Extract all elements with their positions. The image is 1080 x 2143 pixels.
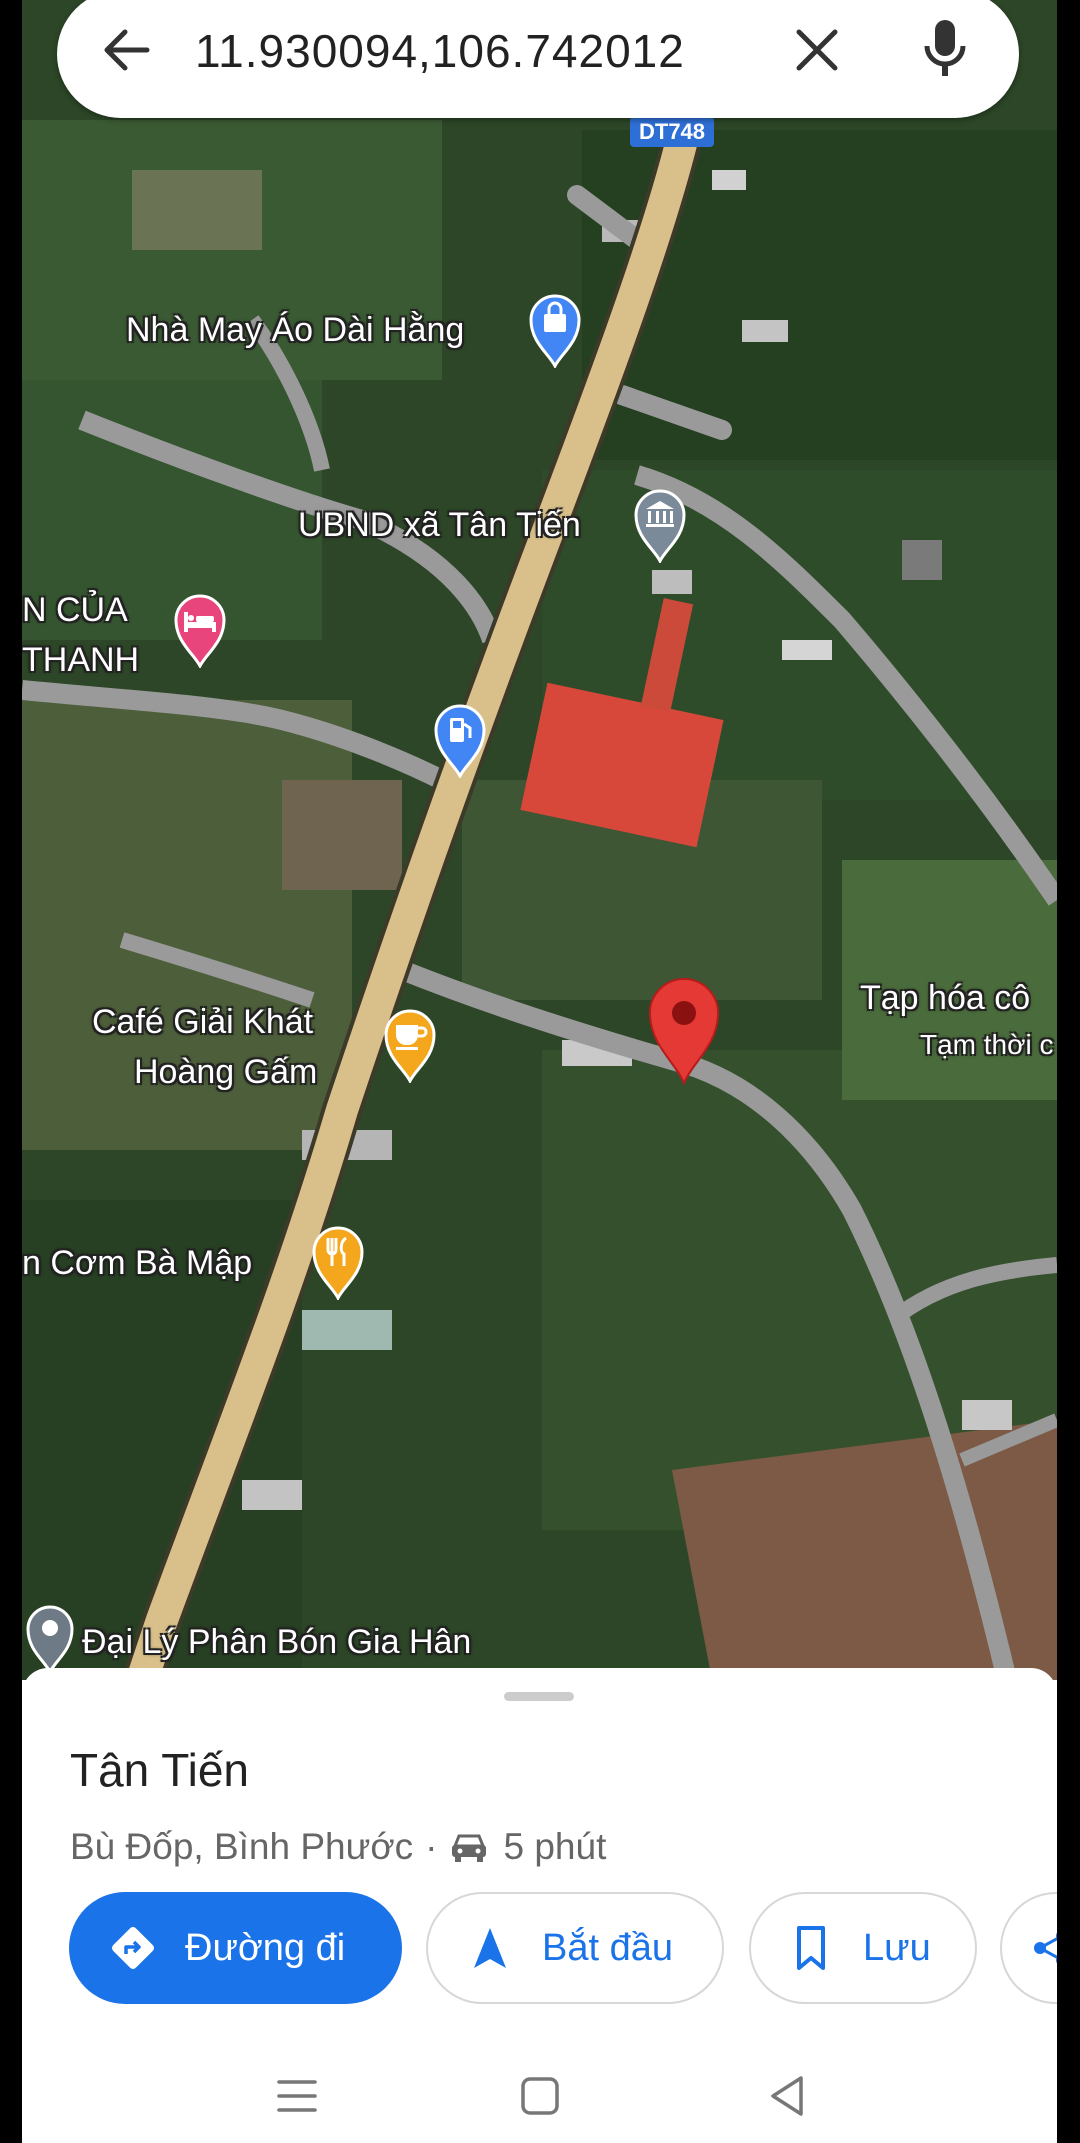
directions-button[interactable]: Đường đi [69, 1892, 402, 2004]
satellite-map[interactable] [22, 0, 1057, 1680]
save-button[interactable]: Lưu [749, 1892, 977, 2004]
poi-label-fertilizer[interactable]: Đại Lý Phân Bón Gia Hân [82, 1622, 471, 1662]
system-navigation-bar [22, 2048, 1057, 2143]
mic-icon[interactable] [915, 14, 975, 84]
bookmark-icon [797, 1926, 825, 1970]
gas-station-icon[interactable] [432, 700, 488, 778]
place-marker-icon[interactable] [24, 1602, 76, 1674]
directions-label: Đường đi [185, 1926, 346, 1969]
save-label: Lưu [863, 1926, 931, 1969]
close-icon[interactable] [787, 20, 847, 80]
government-building-icon[interactable] [632, 485, 688, 563]
shopping-bag-icon[interactable] [527, 290, 583, 368]
map-view[interactable]: DT748 Nhà May Áo Dài Hằng UBND xã Tân Ti… [22, 0, 1057, 1680]
back-triangle-icon[interactable] [757, 2066, 817, 2126]
share-button[interactable] [1000, 1892, 1057, 2004]
poi-label-restaurant[interactable]: n Cơm Bà Mập [22, 1243, 252, 1283]
place-region: Bù Đốp, Bình Phước [70, 1826, 414, 1867]
poi-label-hotel-line1[interactable]: N CỦA [22, 590, 128, 630]
place-title: Tân Tiến [70, 1744, 249, 1796]
navigation-arrow-icon [474, 1928, 506, 1968]
start-button[interactable]: Bắt đầu [426, 1892, 724, 2004]
share-icon [1034, 1932, 1057, 1964]
poi-label-hotel-line2[interactable]: THANH [22, 640, 139, 680]
place-bottom-sheet[interactable]: Tân Tiến Bù Đốp, Bình Phước · 5 phút Đườ… [22, 1668, 1057, 2048]
poi-label-cafe-line1[interactable]: Café Giải Khát [92, 1002, 313, 1042]
poi-label-ubnd[interactable]: UBND xã Tân Tiến [298, 505, 581, 545]
directions-icon [112, 1927, 154, 1969]
search-bar[interactable]: 11.930094,106.742012 [57, 0, 1019, 118]
road-shield-dt748: DT748 [630, 117, 715, 147]
poi-label-tap-hoa[interactable]: Tạp hóa cô [860, 978, 1030, 1018]
poi-label-tap-hoa-status: Tạm thời c [920, 1029, 1054, 1060]
search-query[interactable]: 11.930094,106.742012 [195, 16, 685, 86]
coffee-cup-icon[interactable] [382, 1005, 438, 1083]
poi-label-cafe-line2[interactable]: Hoàng Gấm [134, 1052, 317, 1092]
recent-apps-icon[interactable] [267, 2066, 327, 2126]
fork-knife-icon[interactable] [310, 1222, 366, 1300]
home-icon[interactable] [510, 2066, 570, 2126]
selected-location-pin-icon[interactable] [646, 975, 722, 1087]
drive-time: 5 phút [503, 1826, 607, 1867]
start-label: Bắt đầu [542, 1926, 673, 1969]
car-icon [452, 1834, 487, 1862]
app-frame: DT748 Nhà May Áo Dài Hằng UBND xã Tân Ti… [22, 0, 1057, 2143]
separator: · [425, 1826, 438, 1867]
place-subtitle: Bù Đốp, Bình Phước · 5 phút [70, 1826, 606, 1868]
bed-icon[interactable] [172, 590, 228, 668]
poi-label-tailor[interactable]: Nhà May Áo Dài Hằng [126, 310, 464, 350]
drag-handle[interactable] [504, 1692, 574, 1701]
arrow-left-icon[interactable] [97, 20, 157, 80]
